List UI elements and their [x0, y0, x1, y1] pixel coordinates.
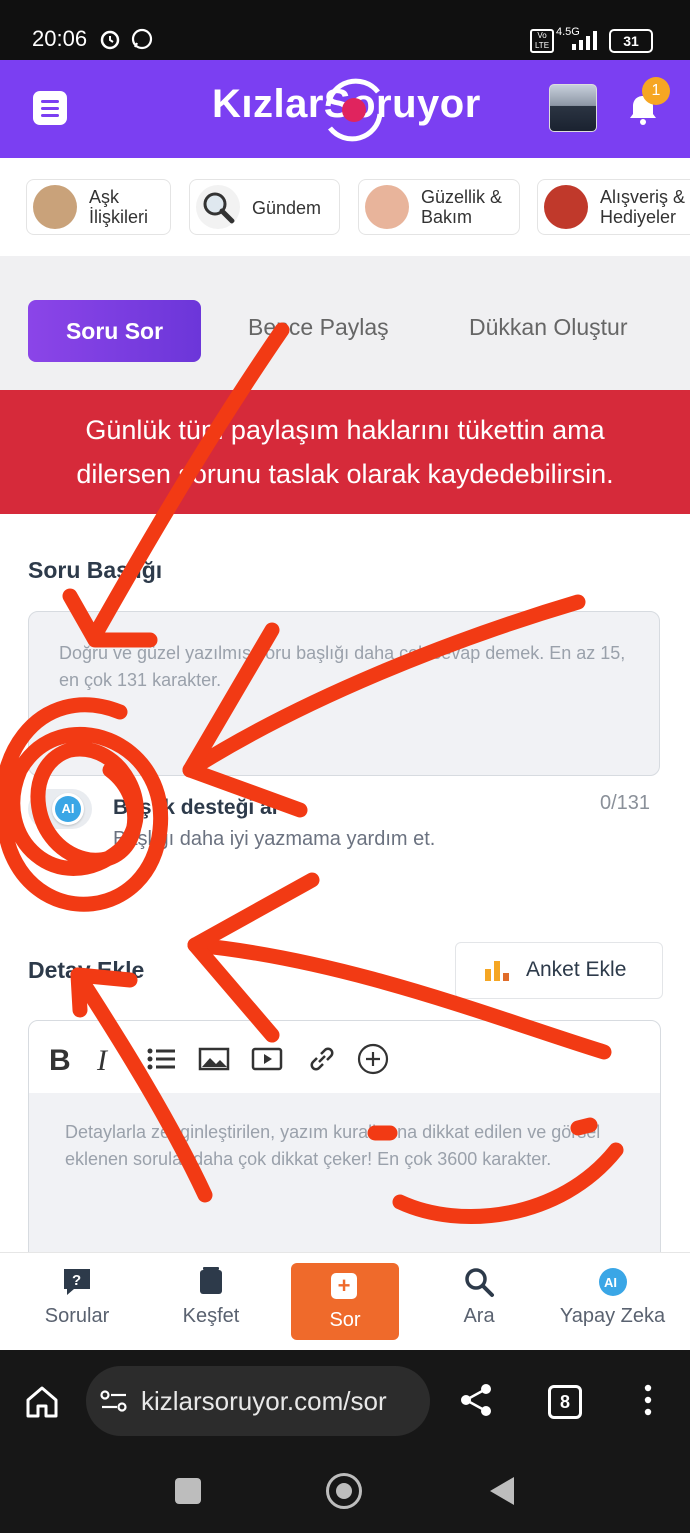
- detail-section-label: Detay Ekle: [28, 957, 145, 983]
- video-icon[interactable]: [251, 1043, 283, 1075]
- tab-create-shop[interactable]: Dükkan Oluştur: [469, 314, 628, 341]
- nav-label: Sor: [329, 1309, 361, 1331]
- title-placeholder: Doğru ve güzel yazılmış soru başlığı dah…: [59, 643, 626, 690]
- add-poll-button[interactable]: Anket Ekle: [455, 942, 663, 999]
- svg-text:?: ?: [72, 1272, 81, 1289]
- alarm-icon: [100, 30, 120, 50]
- whatsapp-icon: [131, 28, 153, 50]
- site-settings-icon[interactable]: [100, 1390, 128, 1412]
- tab-ask-question[interactable]: Soru Sor: [28, 300, 201, 362]
- category-chip-love[interactable]: Aşk İlişkileri: [26, 179, 171, 235]
- volte-icon: Vo LTE: [530, 29, 554, 53]
- battery-icon: 31: [609, 29, 653, 53]
- magnifier-icon: [196, 185, 240, 229]
- post-type-tabs: Soru Sor Bence Paylaş Dükkan Oluştur: [0, 256, 690, 390]
- ai-assistant-icon: AI: [598, 1268, 627, 1296]
- nav-label: Yapay Zeka: [559, 1305, 666, 1327]
- tab-switcher-button[interactable]: 8: [548, 1385, 582, 1419]
- explore-icon: [200, 1267, 222, 1294]
- home-icon[interactable]: [24, 1384, 60, 1418]
- category-strip: Aşk İlişkileri Gündem Güzellik & Bakım A…: [0, 158, 690, 256]
- title-char-counter: 0/131: [600, 792, 651, 814]
- ai-title-support-toggle[interactable]: AI: [28, 789, 92, 829]
- category-chip-shopping[interactable]: Alışveriş & Hediyeler: [537, 179, 690, 235]
- ai-icon: AI: [55, 796, 81, 822]
- detail-placeholder: Detaylarla zenginleştirilen, yazım kural…: [65, 1122, 601, 1169]
- ai-support-title: Başlık desteği al: [113, 796, 278, 819]
- nav-ask[interactable]: + Sor: [291, 1263, 399, 1340]
- address-bar[interactable]: kizlarsoruyor.com/sor: [86, 1366, 430, 1436]
- status-bar: 20:06 Vo LTE 4.5G 31: [0, 0, 690, 60]
- nav-questions[interactable]: ? Sorular: [22, 1265, 132, 1328]
- nav-label: Ara: [463, 1305, 495, 1327]
- category-label: Alışveriş & Hediyeler: [600, 187, 686, 227]
- bar-chart-icon: [485, 961, 509, 981]
- bottom-navigation: ? Sorular Keşfet + Sor Ara AI Yapay Zeka: [0, 1252, 690, 1351]
- title-section-label: Soru Başlığı: [28, 557, 163, 583]
- hamburger-menu-button[interactable]: [33, 91, 67, 125]
- category-chip-beauty[interactable]: Güzellik & Bakım: [358, 179, 520, 235]
- more-options-icon[interactable]: [640, 1384, 656, 1416]
- category-thumb-beauty: [365, 185, 409, 229]
- category-label: Aşk İlişkileri: [89, 187, 149, 227]
- editor-toolbar: B I: [29, 1021, 660, 1094]
- nav-ai[interactable]: AI Yapay Zeka: [555, 1265, 670, 1328]
- plus-icon: +: [331, 1273, 357, 1299]
- svg-text:I: I: [96, 1044, 109, 1075]
- logo-arrows-icon: [325, 78, 383, 142]
- toggle-knob: AI: [52, 793, 84, 825]
- back-button[interactable]: [488, 1475, 516, 1507]
- question-form: Soru Başlığı Doğru ve güzel yazılmış sor…: [0, 514, 690, 1280]
- signal-icon: [572, 31, 597, 50]
- browser-toolbar: kizlarsoruyor.com/sor 8: [0, 1350, 690, 1450]
- detail-editor: B I Detaylarla zenginleştirilen, yazım k…: [28, 1020, 661, 1280]
- category-label: Güzellik & Bakım: [421, 187, 503, 227]
- nav-explore[interactable]: Keşfet: [156, 1265, 266, 1328]
- status-time: 20:06: [32, 26, 88, 51]
- category-thumb-love: [33, 185, 77, 229]
- link-icon[interactable]: [306, 1043, 338, 1075]
- nav-label: Keşfet: [182, 1305, 240, 1327]
- bullet-list-icon[interactable]: [145, 1043, 177, 1075]
- add-more-icon[interactable]: [357, 1043, 389, 1075]
- nav-search[interactable]: Ara: [424, 1265, 534, 1328]
- recent-apps-button[interactable]: [175, 1478, 201, 1504]
- notification-badge: 1: [642, 77, 670, 105]
- category-label: Gündem: [252, 198, 322, 218]
- image-icon[interactable]: [198, 1043, 230, 1075]
- category-chip-agenda[interactable]: Gündem: [189, 179, 340, 235]
- battery-level: 31: [623, 33, 639, 49]
- system-navigation: [0, 1450, 690, 1533]
- bold-icon[interactable]: B: [47, 1043, 79, 1075]
- user-avatar[interactable]: [549, 84, 597, 132]
- tab-share-opinion[interactable]: Bence Paylaş: [248, 314, 389, 341]
- home-button[interactable]: [326, 1473, 362, 1509]
- svg-text:B: B: [49, 1044, 71, 1075]
- add-poll-label: Anket Ekle: [526, 958, 627, 981]
- nav-label: Sorular: [44, 1305, 110, 1327]
- share-icon[interactable]: [458, 1382, 494, 1418]
- quota-alert-banner: Günlük tüm paylaşım haklarını tükettin a…: [0, 390, 690, 514]
- alert-text: Günlük tüm paylaşım haklarını tükettin a…: [76, 415, 614, 489]
- url-text: kizlarsoruyor.com/sor: [141, 1386, 387, 1416]
- italic-icon[interactable]: I: [89, 1043, 121, 1075]
- category-thumb-shopping: [544, 185, 588, 229]
- question-bubble-icon: ?: [64, 1269, 90, 1295]
- question-title-input[interactable]: Doğru ve güzel yazılmış soru başlığı dah…: [28, 611, 660, 776]
- search-icon: [465, 1268, 494, 1297]
- site-header: KızlarSoruyor 1: [0, 60, 690, 158]
- ai-support-subtitle: Başlığı daha iyi yazmama yardım et.: [113, 828, 436, 850]
- svg-text:AI: AI: [604, 1275, 617, 1290]
